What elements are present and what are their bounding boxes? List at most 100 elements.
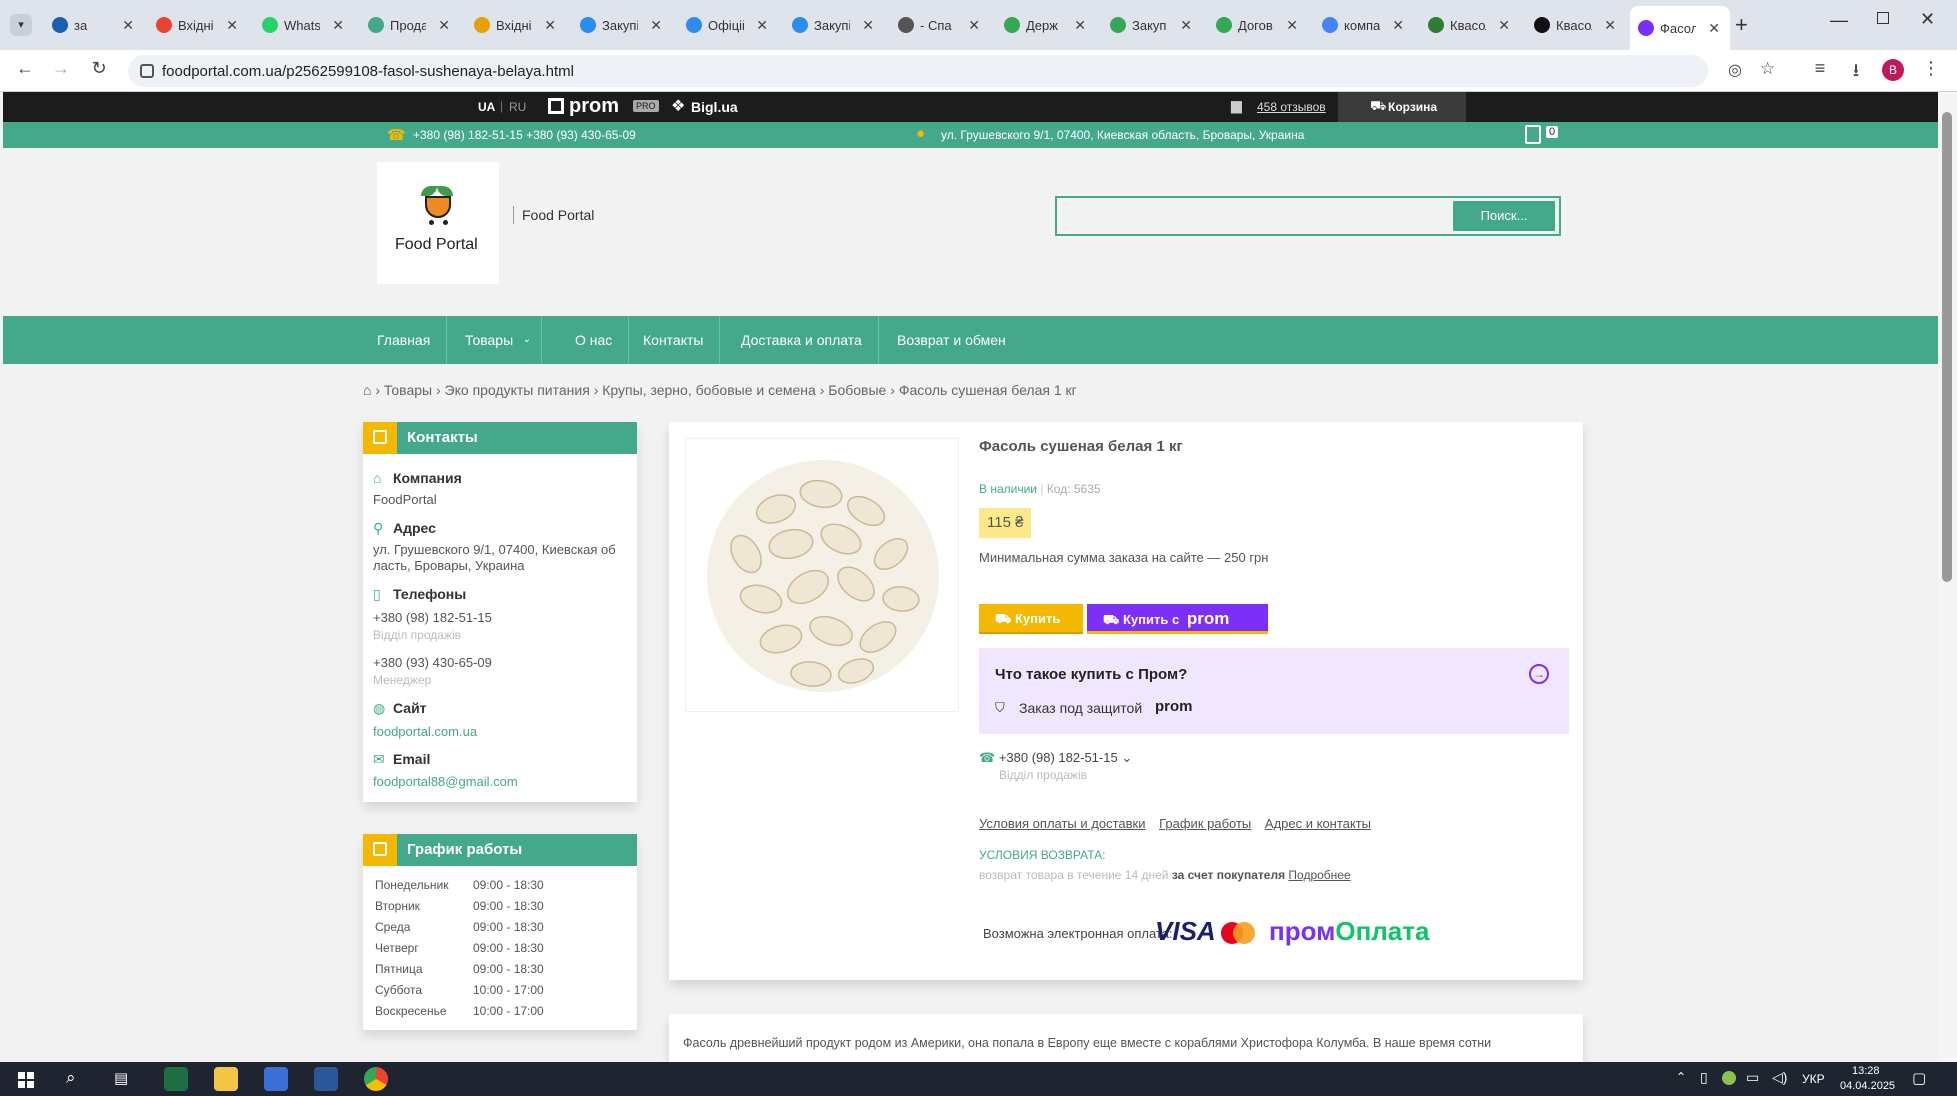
tab-close-icon[interactable]: ✕ — [1604, 17, 1616, 34]
word-icon[interactable] — [314, 1067, 338, 1091]
restore-button[interactable] — [1877, 12, 1889, 24]
buy-with-prom-button[interactable]: ⛟ Купить с prom — [1087, 604, 1268, 634]
tab-close-icon[interactable]: ✕ — [756, 17, 768, 34]
browser-tab[interactable]: Вхідні ✕ — [466, 10, 566, 40]
file-explorer-icon[interactable] — [214, 1067, 238, 1091]
tab-close-icon[interactable]: ✕ — [438, 17, 450, 34]
profile-avatar[interactable]: B — [1882, 59, 1904, 81]
windows-start-icon[interactable] — [18, 1072, 34, 1088]
browser-menu-icon[interactable]: ⋮ — [1918, 58, 1944, 79]
bigl-logo[interactable]: Bigl.ua — [691, 99, 738, 115]
lang-ru[interactable]: RU — [509, 100, 526, 114]
menu-products[interactable]: Товары ⌄ — [449, 316, 543, 364]
clock-time[interactable]: 13:28 — [1852, 1065, 1880, 1077]
new-tab-button[interactable]: + — [1735, 12, 1748, 38]
breadcrumb-item[interactable]: Товары — [384, 382, 432, 398]
tab-close-icon[interactable]: ✕ — [1180, 17, 1192, 34]
tab-close-icon[interactable]: ✕ — [650, 17, 662, 34]
tab-close-icon[interactable]: ✕ — [1392, 17, 1404, 34]
save-disk-icon[interactable] — [264, 1067, 288, 1091]
product-image[interactable] — [685, 438, 959, 712]
phone-2[interactable]: +380 (93) 430-65-09 — [373, 655, 492, 670]
browser-tab[interactable]: Фасол ✕ — [1630, 6, 1730, 50]
breadcrumb-item[interactable]: Крупы, зерно, бобовые и семена — [602, 382, 816, 398]
site-link[interactable]: foodportal.com.ua — [373, 724, 477, 739]
excel-icon[interactable] — [164, 1067, 188, 1091]
tab-close-icon[interactable]: ✕ — [1708, 20, 1720, 37]
tab-close-icon[interactable]: ✕ — [1498, 17, 1510, 34]
tab-close-icon[interactable]: ✕ — [332, 17, 344, 34]
network-icon[interactable]: ▭ — [1746, 1069, 1759, 1086]
media-icon[interactable]: ≡ — [1807, 58, 1833, 79]
browser-tab[interactable]: Вхідні ✕ — [148, 10, 248, 40]
tab-close-icon[interactable]: ✕ — [122, 17, 134, 34]
usb-icon[interactable]: ▯ — [1700, 1069, 1708, 1086]
download-icon[interactable]: ⭳ — [1843, 58, 1869, 88]
buy-button[interactable]: ⛟ Купить — [979, 604, 1083, 634]
tab-close-icon[interactable]: ✕ — [1286, 17, 1298, 34]
browser-tab[interactable]: Закупівлі ✕ — [784, 10, 884, 40]
link-payment-delivery[interactable]: Условия оплаты и доставки — [979, 816, 1145, 831]
phone-1[interactable]: +380 (98) 182-51-15 — [373, 610, 492, 625]
browser-tab[interactable]: компа ✕ — [1314, 10, 1414, 40]
site-info-icon[interactable] — [140, 64, 154, 78]
prom-logo-icon[interactable] — [548, 98, 564, 114]
search-icon[interactable]: ⌕ — [66, 1068, 76, 1088]
browser-tab[interactable]: Закуп ✕ — [1102, 10, 1202, 40]
header-phones[interactable]: +380 (98) 182-51-15 +380 (93) 430-65-09 — [413, 128, 636, 142]
cart-bag-icon[interactable] — [1525, 125, 1541, 144]
minimize-button[interactable]: — — [1830, 10, 1848, 31]
close-window-button[interactable]: ✕ — [1920, 9, 1935, 30]
logo-box[interactable]: Food Portal — [377, 162, 499, 284]
back-icon[interactable]: ← — [12, 58, 38, 79]
task-view-icon[interactable]: ▤ — [114, 1069, 128, 1087]
tray-chevron-icon[interactable]: ⌃ — [1676, 1070, 1686, 1084]
browser-tab[interactable]: Квасол ✕ — [1526, 10, 1626, 40]
clock-date[interactable]: 04.04.2025 — [1840, 1080, 1895, 1092]
breadcrumb-item[interactable]: Бобовые — [828, 382, 886, 398]
volume-icon[interactable]: ◁) — [1772, 1069, 1787, 1086]
menu-about[interactable]: О нас — [559, 316, 630, 364]
home-icon[interactable]: ⌂ — [363, 382, 371, 398]
tab-close-icon[interactable]: ✕ — [1074, 17, 1086, 34]
keyboard-language[interactable]: УКР — [1802, 1072, 1825, 1086]
browser-tab[interactable]: Продаж ✕ — [360, 10, 460, 40]
email-link[interactable]: foodportal88@gmail.com — [373, 774, 518, 789]
app-tray-icon[interactable] — [1722, 1071, 1736, 1085]
search-input[interactable] — [1061, 202, 1451, 230]
chrome-icon[interactable] — [364, 1067, 388, 1091]
menu-returns[interactable]: Возврат и обмен — [881, 316, 1022, 364]
browser-tab[interactable]: Закупівлі ✕ — [572, 10, 672, 40]
page-scrollbar[interactable] — [1938, 92, 1957, 1062]
browser-tab[interactable]: Держ ✕ — [996, 10, 1096, 40]
url-bar[interactable]: foodportal.com.ua/p2562599108-fasol-sush… — [128, 55, 1775, 87]
lang-ua[interactable]: UA — [478, 100, 495, 114]
tab-search-icon[interactable]: ▾ — [10, 14, 32, 36]
eye-off-icon[interactable]: ◎ — [1728, 60, 1742, 80]
browser-tab[interactable]: - Спа ✕ — [890, 10, 990, 40]
browser-tab[interactable]: за ✕ — [44, 10, 144, 40]
browser-tab[interactable]: Догов ✕ — [1208, 10, 1308, 40]
browser-tab[interactable]: Квасол ✕ — [1420, 10, 1520, 40]
browser-tab[interactable]: Офіційно ✕ — [678, 10, 778, 40]
search-button[interactable]: Поиск... — [1453, 201, 1555, 231]
reviews-link[interactable]: 458 отзывов — [1257, 100, 1326, 114]
link-schedule[interactable]: График работы — [1159, 816, 1251, 831]
reload-icon[interactable]: ↻ — [86, 58, 112, 79]
scroll-thumb[interactable] — [1942, 112, 1952, 582]
tab-close-icon[interactable]: ✕ — [862, 17, 874, 34]
link-address-contacts[interactable]: Адрес и контакты — [1265, 816, 1371, 831]
bookmark-star-icon[interactable]: ☆ — [1760, 59, 1775, 79]
menu-delivery[interactable]: Доставка и оплата — [725, 316, 879, 364]
cart-top-button[interactable]: ⛟ Корзина — [1338, 92, 1466, 122]
menu-home[interactable]: Главная — [361, 316, 448, 364]
tab-close-icon[interactable]: ✕ — [968, 17, 980, 34]
product-phone[interactable]: ☎ +380 (98) 182-51-15 ⌄ — [979, 750, 1132, 766]
notifications-icon[interactable]: ▢ — [1912, 1069, 1926, 1087]
tab-close-icon[interactable]: ✕ — [544, 17, 556, 34]
menu-contacts[interactable]: Контакты — [627, 316, 721, 364]
arrow-right-circle-icon[interactable]: → — [1529, 664, 1549, 684]
return-more-link[interactable]: Подробнее — [1288, 868, 1350, 882]
prom-logo[interactable]: prom — [569, 95, 619, 118]
browser-tab[interactable]: WhatsApp ✕ — [254, 10, 354, 40]
